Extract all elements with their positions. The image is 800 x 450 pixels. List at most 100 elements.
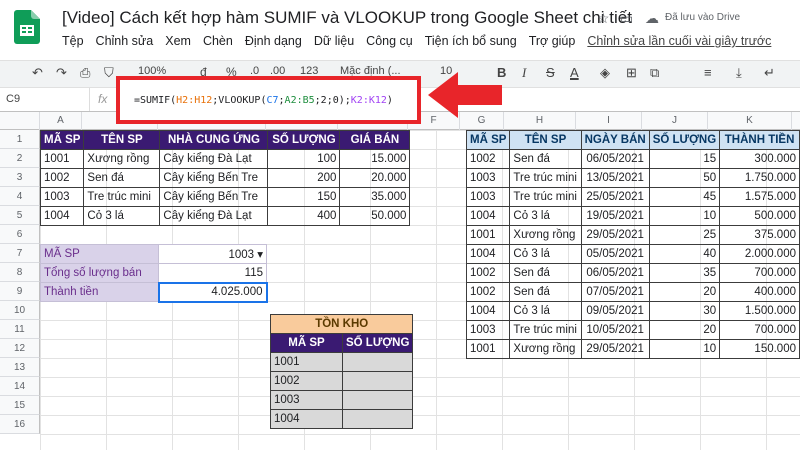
table-cell[interactable]: 20 (648, 320, 721, 340)
table-cell[interactable]: 1002 (270, 371, 343, 391)
table-cell[interactable] (341, 390, 414, 410)
table-cell[interactable]: 1004 (465, 244, 511, 264)
menu-item-4[interactable]: Định dạng (245, 34, 302, 52)
table-cell[interactable]: Cỏ 3 lá (509, 244, 582, 264)
table-cell[interactable]: Xương rồng (509, 225, 582, 245)
column-header-cell[interactable]: TÊN SP (83, 130, 161, 150)
star-icon[interactable]: ☆ (597, 10, 610, 27)
table-cell[interactable]: 1003 (39, 187, 85, 207)
column-header-cell[interactable]: SỐ LƯỢNG (648, 130, 721, 150)
table-cell[interactable]: Tre trúc mini (509, 320, 582, 340)
table-cell[interactable]: 700.000 (719, 320, 800, 340)
table-cell[interactable]: 19/05/2021 (580, 206, 650, 226)
row-header-7[interactable]: 7 (0, 244, 40, 263)
menu-item-2[interactable]: Xem (165, 34, 191, 52)
table-cell[interactable]: 10 (648, 339, 721, 359)
table-cell[interactable]: 1003 (465, 320, 511, 340)
text-color-button[interactable]: A (570, 65, 579, 80)
table-cell[interactable]: 35 (648, 263, 721, 283)
table-cell[interactable]: 06/05/2021 (580, 263, 650, 283)
table-cell[interactable]: 400 (267, 206, 341, 226)
table-cell[interactable]: 29/05/2021 (580, 339, 650, 359)
lookup-value[interactable]: 4.025.000 (157, 281, 268, 303)
table-cell[interactable]: 1.500.000 (719, 301, 800, 321)
column-header-I[interactable]: I (576, 112, 642, 130)
table-cell[interactable]: 375.000 (719, 225, 800, 245)
table-cell[interactable]: 25/05/2021 (580, 187, 650, 207)
lookup-label[interactable]: Thành tiền (40, 282, 159, 302)
table-cell[interactable]: 1001 (465, 339, 511, 359)
last-edit-link[interactable]: Chỉnh sửa lần cuối vài giây trước (587, 34, 771, 52)
table-cell[interactable]: 30 (648, 301, 721, 321)
table-cell[interactable]: Tre trúc mini (509, 187, 582, 207)
table-cell[interactable]: 20 (648, 282, 721, 302)
table-cell[interactable]: 50 (648, 168, 721, 188)
table-cell[interactable]: 2.000.000 (719, 244, 800, 264)
table-cell[interactable]: Sen đá (509, 282, 582, 302)
table-cell[interactable]: 13/05/2021 (580, 168, 650, 188)
table-cell[interactable]: 45 (648, 187, 721, 207)
column-header-cell[interactable]: SỐ LƯỢNG (341, 333, 414, 353)
table-cell[interactable]: 1.750.000 (719, 168, 800, 188)
table-cell[interactable]: 09/05/2021 (580, 301, 650, 321)
column-header-cell[interactable]: MÃ SP (270, 333, 343, 353)
merge-cells-icon[interactable]: ⧉ (650, 65, 659, 81)
row-header-6[interactable]: 6 (0, 225, 40, 244)
row-header-1[interactable]: 1 (0, 130, 40, 149)
table-cell[interactable]: Cây kiểng Bến Tre (159, 168, 269, 188)
column-header-cell[interactable]: SỐ LƯỢNG (267, 130, 341, 150)
fill-color-icon[interactable]: ◈ (600, 65, 610, 81)
vertical-align-icon[interactable]: ⤓ (736, 65, 742, 81)
table-cell[interactable]: Cây kiểng Bến Tre (159, 187, 269, 207)
column-header-K[interactable]: K (708, 112, 792, 130)
table-cell[interactable] (341, 352, 414, 372)
table-cell[interactable] (341, 371, 414, 391)
table-cell[interactable]: 1003 (465, 168, 511, 188)
table-cell[interactable]: Xương rồng (83, 149, 161, 169)
column-header-A[interactable]: A (40, 112, 82, 130)
table-cell[interactable]: 400.000 (719, 282, 800, 302)
table-cell[interactable]: 20.000 (339, 168, 411, 188)
table-cell[interactable]: 40 (648, 244, 721, 264)
lookup-value[interactable]: 1003 ▾ (158, 244, 267, 264)
print-icon[interactable]: ⎙ (80, 65, 90, 81)
formula-input[interactable]: =SUMIF(H2:H12;VLOOKUP(C7;A2:B5;2;0);K2:K… (134, 95, 393, 106)
row-header-2[interactable]: 2 (0, 149, 40, 168)
table-cell[interactable]: 1004 (465, 301, 511, 321)
table-cell[interactable]: 200 (267, 168, 341, 188)
row-header-5[interactable]: 5 (0, 206, 40, 225)
table-cell[interactable]: 1001 (270, 352, 343, 372)
table-cell[interactable]: Tre trúc mini (83, 187, 161, 207)
document-title[interactable]: [Video] Cách kết hợp hàm SUMIF và VLOOKU… (62, 8, 632, 28)
paint-format-icon[interactable]: ⛉ (104, 65, 114, 81)
table-cell[interactable]: Tre trúc mini (509, 168, 582, 188)
italic-button[interactable]: I (522, 65, 526, 81)
redo-icon[interactable]: ↷ (56, 65, 67, 81)
table-cell[interactable]: 1004 (39, 206, 85, 226)
table-cell[interactable]: 1003 (270, 390, 343, 410)
table-cell[interactable]: Cỏ 3 lá (83, 206, 161, 226)
column-header-cell[interactable]: TÊN SP (509, 130, 582, 150)
table-cell[interactable]: 100 (267, 149, 341, 169)
table-cell[interactable]: 15 (648, 149, 721, 169)
table-cell[interactable]: Sen đá (509, 263, 582, 283)
table-cell[interactable]: 150.000 (719, 339, 800, 359)
row-header-4[interactable]: 4 (0, 187, 40, 206)
move-folder-icon[interactable]: ▭ (620, 10, 633, 27)
table-cell[interactable]: 1002 (465, 263, 511, 283)
table-cell[interactable]: Sen đá (83, 168, 161, 188)
table-cell[interactable]: 25 (648, 225, 721, 245)
borders-icon[interactable]: ⊞ (626, 65, 637, 81)
select-all-corner[interactable] (0, 112, 40, 130)
column-header-cell[interactable]: NGÀY BÁN (580, 130, 650, 150)
table-cell[interactable]: 1.575.000 (719, 187, 800, 207)
row-header-8[interactable]: 8 (0, 263, 40, 282)
column-header-H[interactable]: H (504, 112, 576, 130)
column-header-cell[interactable]: GIÁ BÁN (339, 130, 411, 150)
table-cell[interactable]: 1001 (465, 225, 511, 245)
column-header-cell[interactable]: MÃ SP (39, 130, 85, 150)
table-cell[interactable]: 05/05/2021 (580, 244, 650, 264)
row-header-11[interactable]: 11 (0, 320, 40, 339)
menu-item-0[interactable]: Tệp (62, 34, 84, 52)
table-cell[interactable]: Sen đá (509, 149, 582, 169)
